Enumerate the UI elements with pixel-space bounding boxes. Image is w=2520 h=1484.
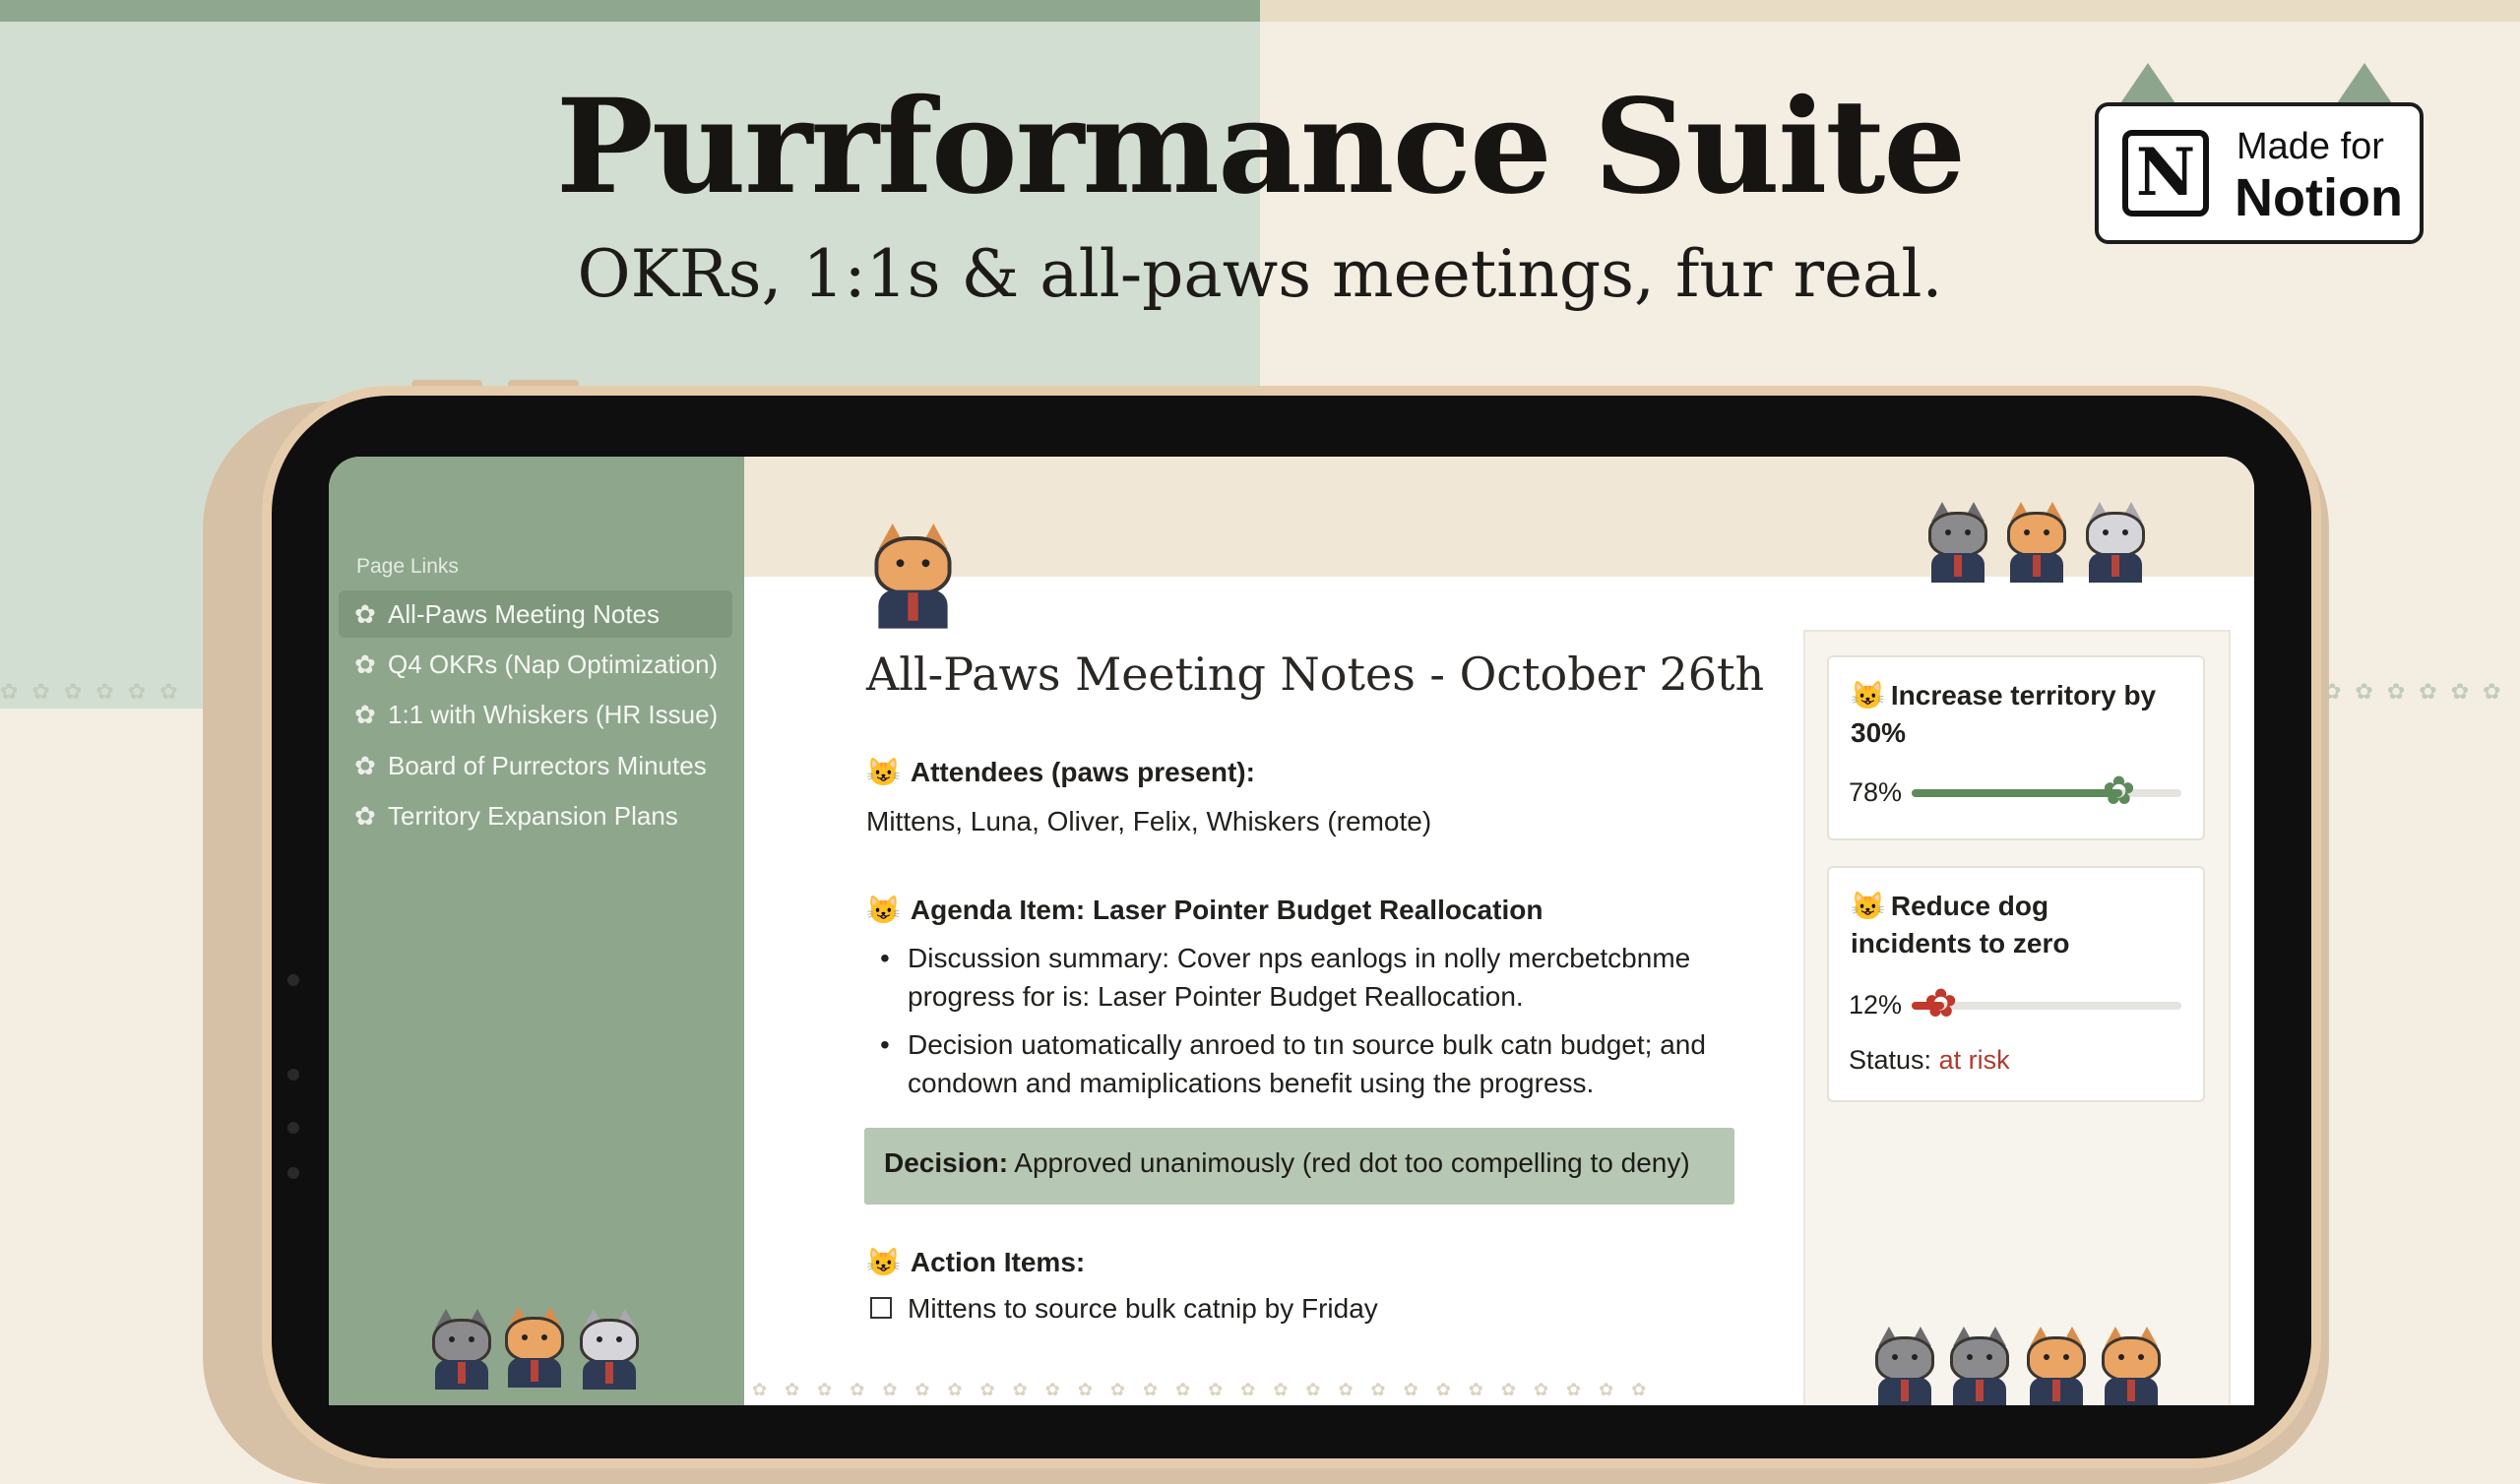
paw-icon: ✿ <box>354 751 376 780</box>
cat-face-icon: 😺 <box>1851 891 1885 921</box>
badge-brand-text: Notion <box>2235 168 2403 227</box>
okr-status: Status: at risk <box>1849 1045 2010 1076</box>
okr-progress-fill <box>1912 789 2122 797</box>
sidebar-item-label: 1:1 with Whiskers (HR Issue) <box>388 700 719 729</box>
cat-face-icon: 😺 <box>866 757 901 787</box>
okr-title: 😺 Increase territory by 30% <box>1851 677 2175 752</box>
cat-mascot-illustration <box>1945 1327 2014 1405</box>
action-item-checkbox[interactable] <box>870 1297 892 1319</box>
badge-cat-ear-left <box>2118 63 2177 106</box>
paw-pattern-bottom: ✿✿✿✿✿✿✿✿✿✿✿✿✿✿✿✿✿✿✿✿✿✿✿✿✿✿✿✿ <box>752 1380 1665 1399</box>
badge-cat-ear-right <box>2335 63 2394 106</box>
cat-face-icon: 😺 <box>1851 680 1885 711</box>
okr-percent: 12% <box>1849 990 1903 1020</box>
decision-value: Approved unanimously (red dot too compel… <box>1014 1147 1690 1178</box>
action-items-heading: 😺 Action Items: <box>866 1246 1085 1278</box>
cat-mascot-illustration <box>2022 1327 2091 1405</box>
tablet-camera-icon <box>287 1069 299 1081</box>
bullet-line: Discussion summary: Cover nps eanlogs in… <box>908 943 1691 973</box>
sidebar-item-label: Board of Purrectors Minutes <box>388 751 707 780</box>
okr-title-text: Increase territory by 30% <box>1851 680 2157 748</box>
sidebar-item-label: Q4 OKRs (Nap Optimization) <box>388 649 719 679</box>
made-for-notion-badge: N Made for Notion <box>2095 102 2424 244</box>
sidebar-item-territory-expansion[interactable]: ✿ Territory Expansion Plans <box>339 792 732 839</box>
sidebar-item-label: All-Paws Meeting Notes <box>388 599 660 629</box>
bullet-line: condown and mamiplications benefit using… <box>908 1068 1595 1098</box>
attendees-heading: 😺 Attendees (paws present): <box>866 756 1255 788</box>
cat-mascot-illustration <box>2097 1327 2166 1405</box>
sidebar-item-q4-okrs[interactable]: ✿ Q4 OKRs (Nap Optimization) <box>339 641 732 688</box>
agenda-heading: 😺 Agenda Item: Laser Pointer Budget Reall… <box>866 894 1543 926</box>
action-item-text: Mittens to source bulk catnip by Friday <box>908 1293 1378 1324</box>
sidebar: Page Links ✿ All-Paws Meeting Notes ✿ Q4… <box>329 457 744 1405</box>
paw-icon: ✿ <box>354 649 376 679</box>
sidebar-item-all-paws-meeting-notes[interactable]: ✿ All-Paws Meeting Notes <box>339 590 732 638</box>
attendees-list: Mittens, Luna, Oliver, Felix, Whiskers (… <box>866 806 1432 836</box>
top-band-left <box>0 0 1260 22</box>
agenda-heading-text: Agenda Item: Laser Pointer Budget Reallo… <box>910 895 1544 925</box>
attendees-heading-text: Attendees (paws present): <box>910 757 1255 787</box>
okr-card-dog-incidents[interactable]: 😺 Reduce dog incidents to zero 12% ✿ Stat… <box>1827 866 2205 1102</box>
cat-mascot-illustration <box>575 1309 644 1390</box>
sidebar-item-one-on-one-whiskers[interactable]: ✿ 1:1 with Whiskers (HR Issue) <box>339 691 732 738</box>
okr-card-territory[interactable]: 😺 Increase territory by 30% 78% ✿ <box>1827 655 2205 840</box>
cat-face-icon: 😺 <box>866 1247 901 1277</box>
bullet-line: Decision uatomatically anroed to tın sou… <box>908 1029 1706 1060</box>
hero-subtitle: OKRs, 1:1s & all-paws meetings, fur real… <box>577 236 1943 312</box>
cat-mascot-illustration <box>2002 502 2071 583</box>
cat-mascot-illustration <box>1923 502 1992 583</box>
tablet-sensor-icon <box>287 1167 299 1179</box>
tablet-sensor-icon <box>287 1122 299 1134</box>
sidebar-heading: Page Links <box>356 555 459 578</box>
paw-pattern-left: ✿✿✿✿✿✿ <box>0 679 192 704</box>
bullet-dot-icon: • <box>880 1029 890 1060</box>
okr-percent: 78% <box>1849 777 1903 807</box>
paw-pattern-right: ✿✿✿✿✿✿ <box>2323 679 2515 704</box>
bullet-line: progress for is: Laser Pointer Budget Re… <box>908 981 1524 1012</box>
paw-icon: ✿ <box>354 599 376 629</box>
sidebar-item-label: Territory Expansion Plans <box>388 801 678 831</box>
tablet-screen: Page Links ✿ All-Paws Meeting Notes ✿ Q4… <box>329 457 2254 1405</box>
action-items-heading-text: Action Items: <box>910 1247 1086 1277</box>
cat-mascot-illustration <box>500 1307 569 1388</box>
paw-icon: ✿ <box>2102 770 2136 813</box>
top-band-right <box>1260 0 2520 22</box>
okr-progress-track <box>1912 789 2181 797</box>
okr-title: 😺 Reduce dog incidents to zero <box>1851 888 2175 962</box>
page-title: All-Paws Meeting Notes - October 26th <box>866 648 1765 701</box>
cat-mascot-illustration <box>2081 502 2150 583</box>
notion-logo-icon: N <box>2122 130 2209 216</box>
decision-label: Decision: <box>884 1147 1009 1178</box>
sidebar-item-board-minutes[interactable]: ✿ Board of Purrectors Minutes <box>339 742 732 789</box>
badge-made-for-text: Made for <box>2236 126 2384 167</box>
okr-status-label: Status: <box>1849 1045 1932 1075</box>
bullet-dot-icon: • <box>880 943 890 973</box>
tablet-sensor-icon <box>287 974 299 986</box>
okr-status-value: at risk <box>1938 1045 2010 1075</box>
decision-callout: Decision: Approved unanimously (red dot … <box>864 1128 1734 1205</box>
paw-icon: ✿ <box>354 700 376 729</box>
cat-mascot-illustration <box>427 1309 496 1390</box>
paw-icon: ✿ <box>1923 982 1958 1025</box>
decision-text: Decision: Approved unanimously (red dot … <box>884 1147 1690 1179</box>
page-icon-cat <box>868 524 958 629</box>
cat-mascot-illustration <box>1870 1327 1939 1405</box>
paw-icon: ✿ <box>354 801 376 831</box>
cat-face-icon: 😺 <box>866 895 901 925</box>
